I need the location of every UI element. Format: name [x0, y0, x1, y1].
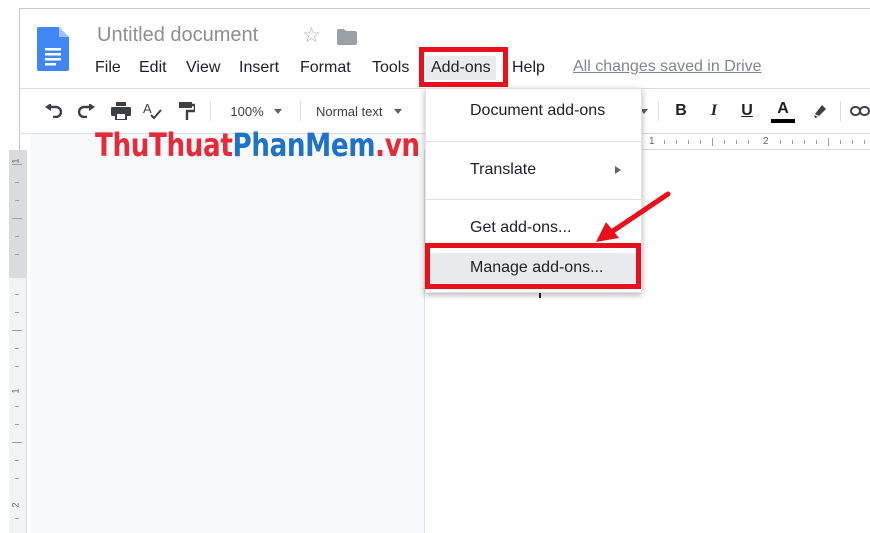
toolbar-separator [210, 101, 211, 121]
chevron-down-icon [394, 108, 403, 114]
menu-edit[interactable]: Edit [134, 56, 172, 80]
vertical-ruler[interactable]: 1 1 2 [9, 150, 27, 533]
menu-divider [426, 141, 641, 142]
ruler-tick [828, 138, 829, 146]
ruler-number: 1 [10, 158, 21, 164]
menu-item-document-add-ons[interactable]: Document add-ons [426, 96, 641, 126]
ruler-margin-shade [9, 150, 26, 278]
ruler-tick [724, 140, 725, 144]
ruler-tick [780, 140, 781, 144]
ruler-tick [736, 140, 737, 144]
svg-text:A: A [143, 102, 152, 116]
annotation-box-manage-add-ons [425, 243, 641, 289]
ruler-tick [12, 164, 22, 165]
toolbar-separator [300, 101, 301, 121]
ruler-tick [15, 478, 19, 479]
annotation-box-add-ons [419, 47, 508, 87]
ruler-tick [15, 254, 19, 255]
ruler-tick [12, 330, 22, 331]
submenu-arrow-icon [615, 166, 621, 174]
ruler-number: 1 [649, 136, 655, 147]
ruler-tick [864, 140, 865, 144]
ruler-tick [748, 140, 749, 144]
google-docs-icon[interactable] [37, 27, 69, 71]
ruler-tick [12, 218, 22, 219]
zoom-value: 100% [230, 103, 264, 119]
italic-button[interactable]: I [703, 89, 725, 133]
watermark-part-2: PhanMem [232, 126, 376, 164]
ruler-tick [852, 140, 853, 144]
menu-item-translate-label: Translate [470, 161, 537, 178]
bold-button[interactable]: B [670, 89, 692, 133]
ruler-tick [15, 348, 19, 349]
italic-icon: I [710, 102, 718, 119]
undo-icon[interactable] [40, 89, 66, 133]
ruler-tick [664, 140, 665, 144]
annotation-arrow-icon [596, 191, 671, 242]
ruler-tick [12, 442, 22, 443]
toolbar-separator [658, 101, 659, 121]
ruler-tick [15, 424, 19, 425]
chevron-down-icon [273, 108, 282, 114]
menu-file[interactable]: File [90, 56, 126, 80]
folder-icon[interactable] [337, 29, 357, 45]
style-value: Normal text [316, 103, 383, 119]
ruler-tick [688, 140, 689, 144]
bold-icon: B [675, 102, 687, 119]
text-color-button[interactable]: A [770, 89, 796, 133]
menu-format[interactable]: Format [295, 56, 356, 80]
menu-view[interactable]: View [181, 56, 225, 80]
menu-insert[interactable]: Insert [234, 56, 284, 80]
ruler-tick [712, 138, 713, 146]
ruler-number: 1 [10, 388, 21, 394]
ruler-tick [15, 294, 19, 295]
ruler-tick [792, 140, 793, 144]
menu-help[interactable]: Help [507, 56, 550, 80]
menu-tools[interactable]: Tools [367, 56, 414, 80]
highlight-icon[interactable] [808, 89, 832, 133]
text-color-swatch [771, 119, 795, 123]
toolbar-separator [840, 101, 841, 121]
ruler-tick [840, 140, 841, 144]
ruler-tick [676, 140, 677, 144]
save-status-link[interactable]: All changes saved in Drive [573, 58, 762, 76]
docs-window: Untitled document ☆ File Edit View Inser… [0, 0, 870, 533]
star-icon[interactable]: ☆ [302, 23, 321, 48]
text-color-icon: A [777, 100, 789, 117]
menu-item-translate[interactable]: Translate [426, 155, 641, 185]
ruler-tick [15, 406, 19, 407]
ruler-number: 2 [763, 136, 769, 147]
ruler-tick [700, 140, 701, 144]
ruler-tick [816, 140, 817, 144]
ruler-tick [15, 366, 19, 367]
watermark-logo: ThuThuatPhanMem.vn [95, 126, 420, 164]
ruler-number: 2 [10, 502, 21, 508]
ruler-tick [15, 312, 19, 313]
document-title[interactable]: Untitled document [97, 24, 258, 47]
watermark-part-3: .vn [375, 126, 420, 164]
underline-button[interactable]: U [736, 89, 758, 133]
window-border-top [19, 8, 870, 9]
canvas-background [30, 134, 424, 533]
ruler-tick [15, 182, 19, 183]
underline-icon: U [741, 102, 753, 119]
ruler-tick [15, 236, 19, 237]
ruler-tick [15, 460, 19, 461]
ruler-tick [15, 518, 19, 519]
ruler-tick [15, 200, 19, 201]
ruler-tick [804, 140, 805, 144]
link-icon[interactable] [850, 89, 870, 133]
watermark-part-1: ThuThuat [95, 126, 233, 164]
